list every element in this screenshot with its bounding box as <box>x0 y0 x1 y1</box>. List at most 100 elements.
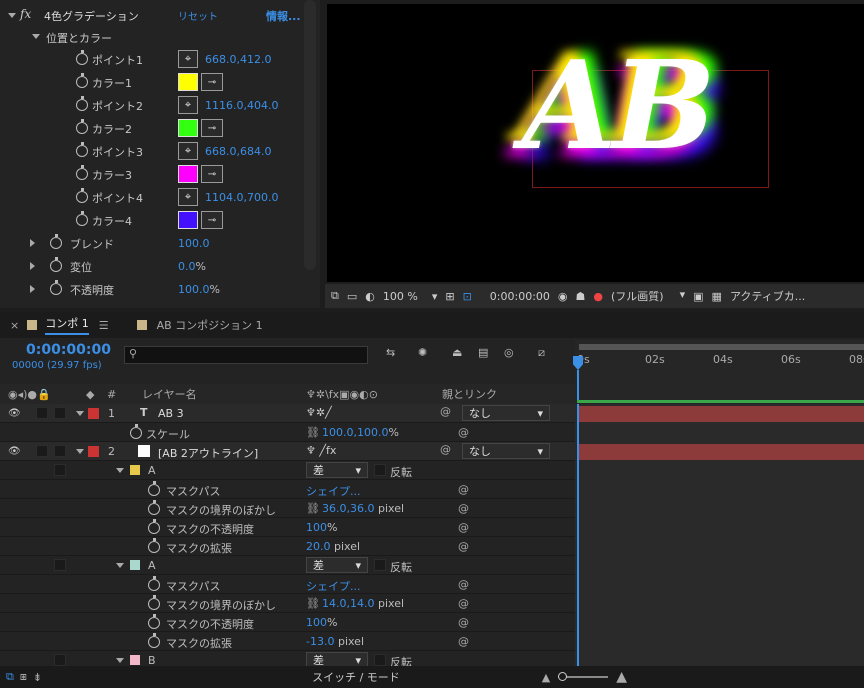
expression-icon[interactable]: @ <box>458 540 469 553</box>
camera-icon[interactable]: ◉ <box>558 290 568 303</box>
panel-scrollbar[interactable] <box>304 0 316 270</box>
stopwatch-icon[interactable] <box>148 633 160 648</box>
layer-row[interactable]: A 差 ▾ 反転 <box>0 556 575 575</box>
solo-box[interactable] <box>36 407 48 419</box>
effect-collapse-arrow[interactable] <box>8 13 16 18</box>
opacity-value[interactable]: 100.0% <box>178 283 220 296</box>
layer-2-bar[interactable] <box>579 444 864 460</box>
crosshair-icon[interactable]: ⌖ <box>178 96 198 114</box>
search-input[interactable]: ⚲ <box>124 346 368 364</box>
graph-editor-icon[interactable]: ⧄ <box>538 346 545 360</box>
mask-lock-box[interactable] <box>54 654 66 666</box>
mask-path-value[interactable]: シェイプ... <box>306 483 361 499</box>
mask-lock-box[interactable] <box>54 464 66 476</box>
zoom-select[interactable]: 100 % ▾ <box>383 290 437 303</box>
point-value[interactable]: 668.0,684.0 <box>205 145 271 158</box>
frame-blend-icon[interactable]: ▤ <box>478 346 488 359</box>
blend-expand-arrow[interactable] <box>30 239 35 247</box>
mask-expand-arrow[interactable] <box>116 658 124 663</box>
section-collapse-arrow[interactable] <box>32 34 40 39</box>
expression-icon[interactable]: @ <box>458 502 469 515</box>
mask-opacity-value[interactable]: 100% <box>306 616 337 629</box>
jitter-value[interactable]: 0.0% <box>178 260 206 273</box>
col-parent[interactable]: 親とリンク <box>442 386 497 402</box>
menu-icon[interactable]: ☰ <box>99 319 109 332</box>
work-area-bar[interactable] <box>579 344 864 350</box>
layer-row[interactable]: マスクの境界のぼかし ⛓ 14.0,14.0 pixel @ <box>0 594 575 613</box>
expression-icon[interactable]: @ <box>458 597 469 610</box>
switches-modes-toggle[interactable]: スイッチ / モード <box>312 669 400 685</box>
mask-expand-arrow[interactable] <box>116 563 124 568</box>
stopwatch-icon[interactable] <box>76 73 88 88</box>
mask-feather-value[interactable]: 36.0,36.0 pixel <box>322 502 404 515</box>
layer-row[interactable]: マスクの不透明度 100% @ <box>0 518 575 537</box>
opacity-expand-arrow[interactable] <box>30 285 35 293</box>
tab-ab-comp[interactable]: AB コンポジション 1 <box>157 317 263 333</box>
color-channel-icon[interactable]: ● <box>593 290 603 303</box>
layer-switches[interactable]: ♆ ╱fx <box>306 444 336 457</box>
comp-canvas[interactable]: AB <box>327 4 864 282</box>
info-link[interactable]: 情報... <box>266 8 301 24</box>
invert-checkbox[interactable] <box>374 464 386 476</box>
eyedropper-icon[interactable]: ⊸ <box>201 119 223 137</box>
stopwatch-icon[interactable] <box>148 576 160 591</box>
expression-icon[interactable]: @ <box>458 635 469 648</box>
color-swatch[interactable] <box>178 165 198 183</box>
fx-icon[interactable]: fx <box>20 7 31 21</box>
stopwatch-icon[interactable] <box>76 142 88 157</box>
time-ruler[interactable]: 0s02s04s06s08s <box>573 340 864 404</box>
crosshair-icon[interactable]: ⌖ <box>178 142 198 160</box>
mask-path-value[interactable]: シェイプ... <box>306 578 361 594</box>
scale-value[interactable]: 100.0,100.0% <box>322 426 399 439</box>
layer-row[interactable]: マスクの拡張 -13.0 pixel @ <box>0 632 575 651</box>
layer-row[interactable]: B 差 ▾ 反転 <box>0 651 575 666</box>
crosshair-icon[interactable]: ⌖ <box>178 50 198 68</box>
expression-icon[interactable]: @ <box>458 483 469 496</box>
mask-mode-select[interactable]: 差 ▾ <box>306 557 368 573</box>
expand-transfer-icon[interactable]: ⧆ <box>20 670 27 684</box>
color-swatch[interactable] <box>178 73 198 91</box>
roi-icon[interactable]: ▣ <box>693 290 703 303</box>
playhead-marker[interactable] <box>573 356 583 370</box>
link-icon[interactable]: ⛓ <box>306 502 320 515</box>
layer-expand-arrow[interactable] <box>76 411 84 416</box>
stopwatch-icon[interactable] <box>148 481 160 496</box>
pickwhip-icon[interactable]: @ <box>440 443 451 456</box>
link-icon[interactable]: ⛓ <box>306 426 320 439</box>
layer-switches[interactable]: ♆✲╱ <box>306 406 332 419</box>
stopwatch-icon[interactable] <box>148 519 160 534</box>
eyedropper-icon[interactable]: ⊸ <box>201 165 223 183</box>
stopwatch-icon[interactable] <box>76 188 88 203</box>
timecode-display[interactable]: 0:00:00:00 <box>490 290 550 303</box>
mask-lock-box[interactable] <box>54 559 66 571</box>
lock-box[interactable] <box>54 407 66 419</box>
layer-row[interactable]: A 差 ▾ 反転 <box>0 461 575 480</box>
layer-row[interactable]: 👁 2 [AB 2アウトライン] ♆ ╱fx @ なし ▾ <box>0 442 575 461</box>
layer-row[interactable]: 👁 1 T AB 3 ♆✲╱ @ なし ▾ <box>0 404 575 423</box>
stopwatch-icon[interactable] <box>148 538 160 553</box>
expression-icon[interactable]: @ <box>458 426 469 439</box>
zoom-slider[interactable] <box>558 672 609 681</box>
parent-select[interactable]: なし ▾ <box>462 405 550 421</box>
zoom-in-icon[interactable]: ▲ <box>616 669 627 685</box>
layer-row[interactable]: マスクの境界のぼかし ⛓ 36.0,36.0 pixel @ <box>0 499 575 518</box>
layer-row[interactable]: マスクパス シェイプ... @ <box>0 575 575 594</box>
layer-row[interactable]: マスクパス シェイプ... @ <box>0 480 575 499</box>
mask-feather-value[interactable]: 14.0,14.0 pixel <box>322 597 404 610</box>
view-select[interactable]: アクティブカ... <box>730 288 805 304</box>
ab-text-layer[interactable]: AB <box>522 44 716 166</box>
mask-mode-select[interactable]: 差 ▾ <box>306 462 368 478</box>
layer-name[interactable]: AB 3 <box>158 407 184 420</box>
in-out-icon[interactable]: ⇟ <box>33 671 42 684</box>
stopwatch-icon[interactable] <box>76 96 88 111</box>
mask-expand-value[interactable]: 20.0 pixel <box>306 540 360 553</box>
motion-blur-icon[interactable]: ◎ <box>504 346 514 359</box>
stopwatch-icon[interactable] <box>130 424 142 439</box>
invert-checkbox[interactable] <box>374 654 386 666</box>
eyedropper-icon[interactable]: ⊸ <box>201 73 223 91</box>
solo-box[interactable] <box>36 445 48 457</box>
expression-icon[interactable]: @ <box>458 616 469 629</box>
eye-icon[interactable]: 👁 <box>8 408 21 419</box>
point-value[interactable]: 1116.0,404.0 <box>205 99 278 112</box>
stopwatch-icon[interactable] <box>148 595 160 610</box>
